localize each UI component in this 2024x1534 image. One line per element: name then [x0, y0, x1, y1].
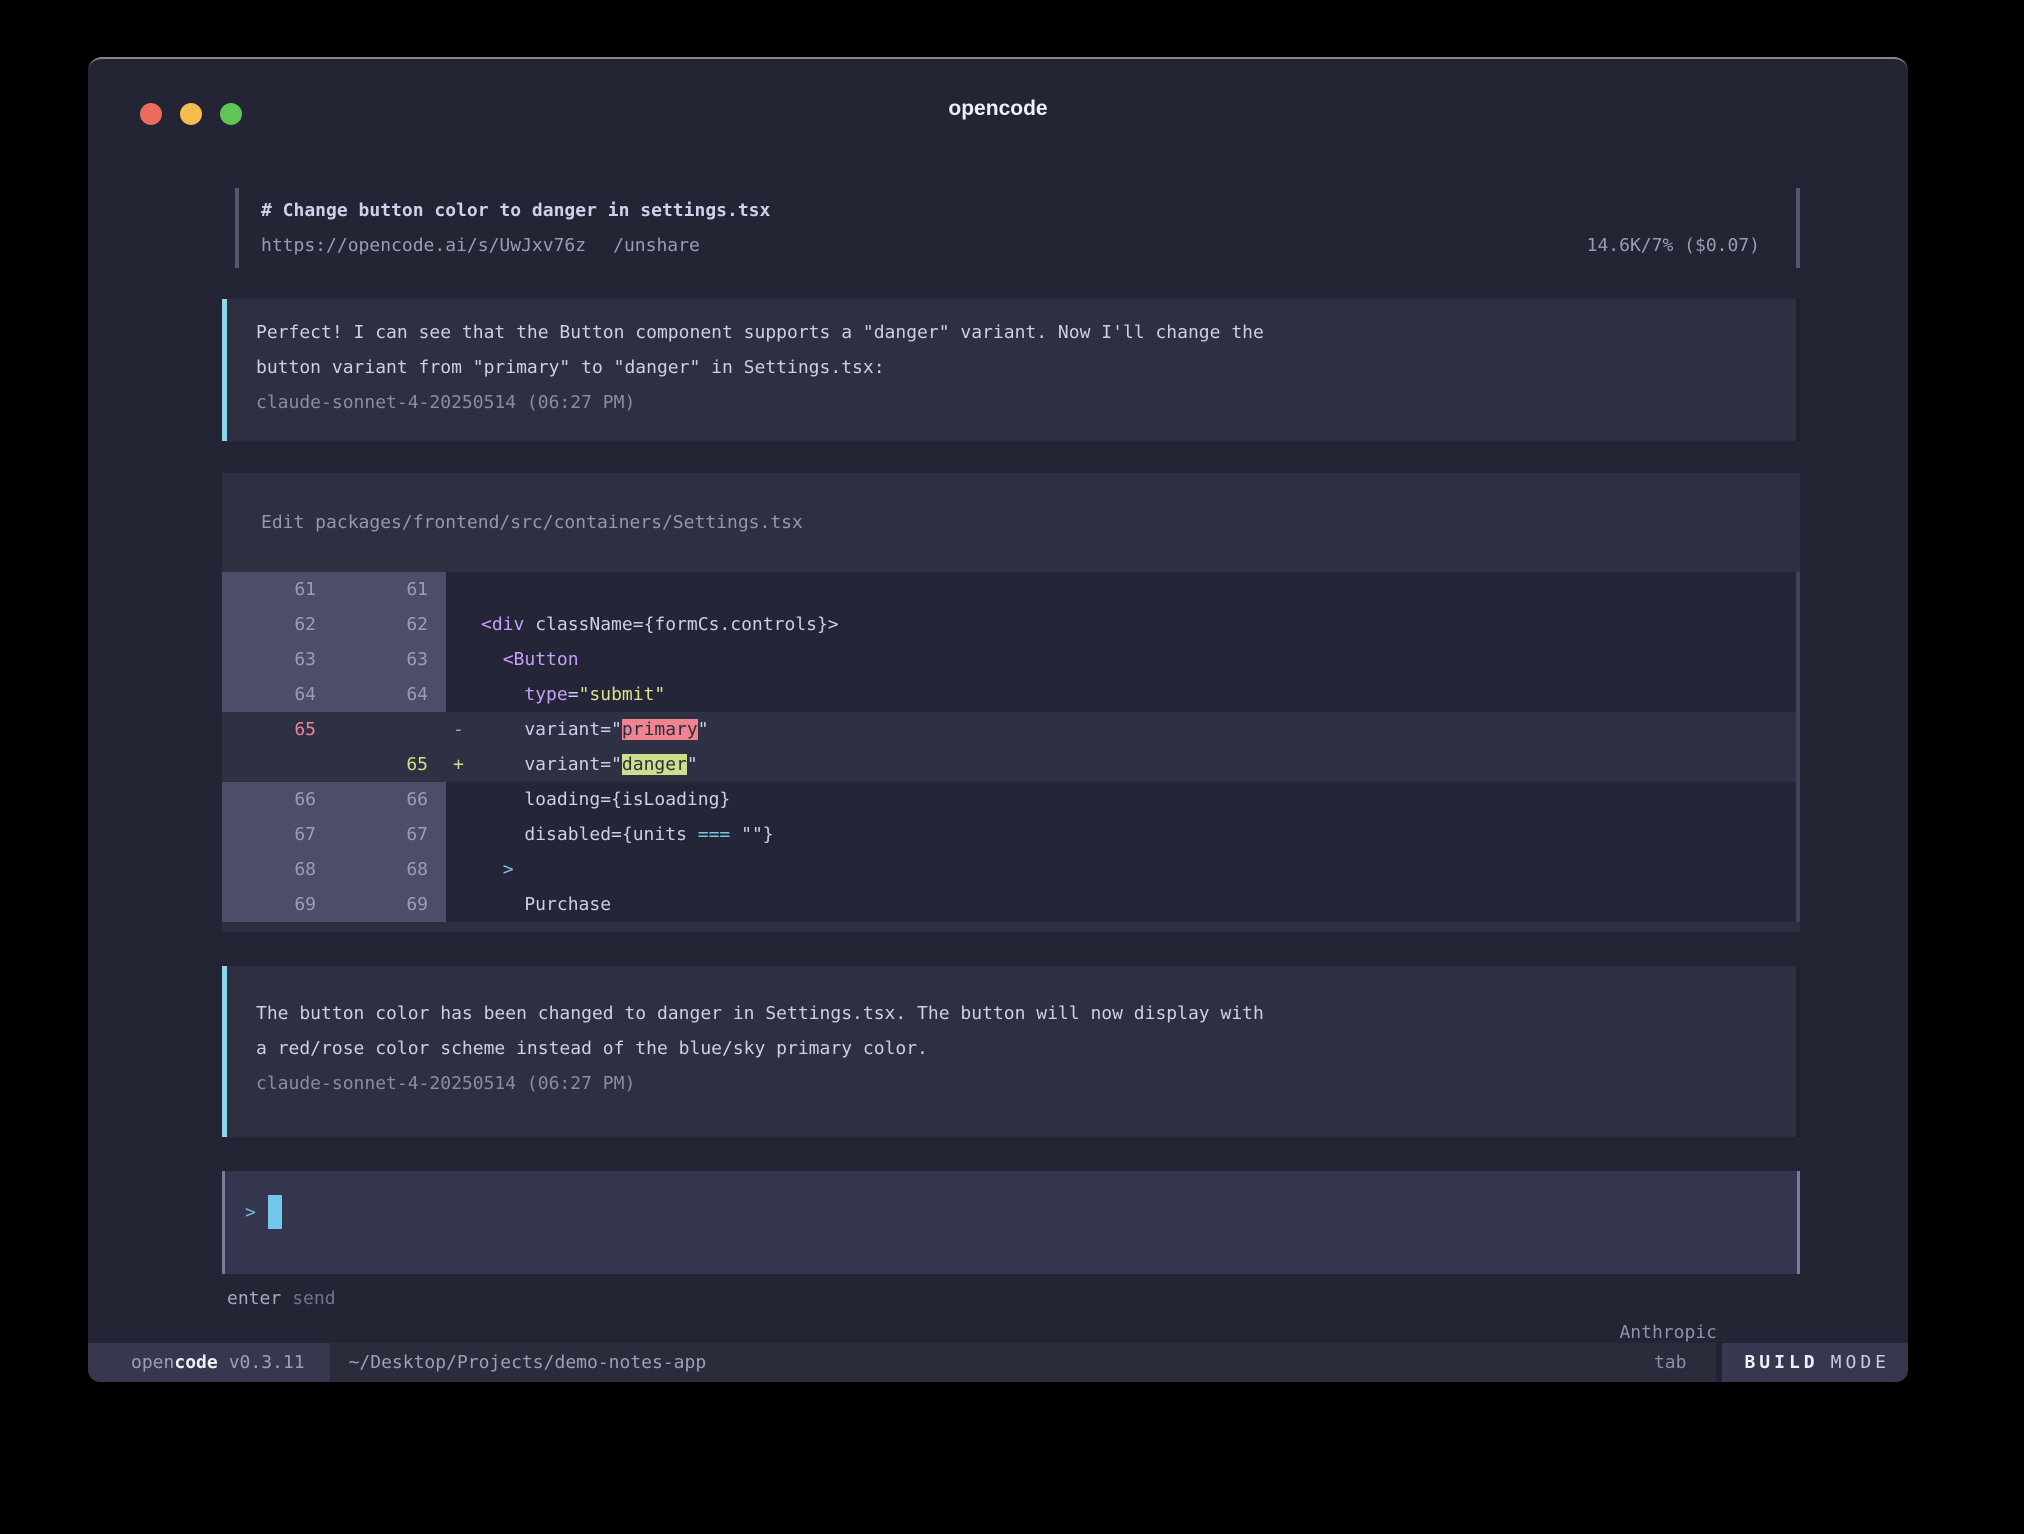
edit-tool-call: Edit packages/frontend/src/containers/Se… — [222, 473, 1800, 932]
edit-tool-title: Edit packages/frontend/src/containers/Se… — [222, 505, 1800, 540]
mode-segment: BUILD MODE — [1716, 1343, 1908, 1382]
message-model-timestamp: claude-sonnet-4-20250514 (06:27 PM) — [256, 1066, 1796, 1101]
text-cursor — [268, 1195, 282, 1229]
mode-label: MODE — [1831, 1352, 1890, 1373]
status-bar-right: tab BUILD MODE — [1654, 1343, 1908, 1382]
model-indicator: Anthropic Claude Sonnet 4 — [1533, 1282, 1793, 1316]
send-action-hint: send — [292, 1282, 335, 1316]
message-text: The button color has been changed to dan… — [256, 996, 1796, 1031]
close-button-icon[interactable] — [140, 103, 162, 125]
diff-row: 6262<div className={formCs.controls}> — [222, 607, 1796, 642]
diff-view: 61616262<div className={formCs.controls}… — [222, 572, 1800, 922]
message-text: a red/rose color scheme instead of the b… — [256, 1031, 1796, 1066]
unshare-command[interactable]: /unshare — [613, 228, 700, 263]
session-header: # Change button color to danger in setti… — [235, 188, 1800, 268]
message-text: button variant from "primary" to "danger… — [256, 350, 1796, 385]
assistant-message: The button color has been changed to dan… — [222, 966, 1800, 1137]
tab-key-hint: tab — [1654, 1352, 1687, 1373]
diff-row: 65+ variant="danger" — [222, 747, 1796, 782]
diff-row: 6767 disabled={units === ""} — [222, 817, 1796, 852]
app-version: v0.3.11 — [229, 1352, 305, 1373]
app-name-bold: code — [174, 1352, 217, 1373]
diff-row: 6464 type="submit" — [222, 677, 1796, 712]
diff-row: 6363 <Button — [222, 642, 1796, 677]
status-bar: open code v0.3.11 ~/Desktop/Projects/dem… — [88, 1343, 1908, 1382]
context-usage-stats: 14.6K/7% ($0.07) — [1587, 228, 1760, 263]
assistant-message: Perfect! I can see that the Button compo… — [222, 299, 1800, 441]
session-title: # Change button color to danger in setti… — [261, 193, 1760, 228]
message-text: Perfect! I can see that the Button compo… — [256, 315, 1796, 350]
maximize-button-icon[interactable] — [220, 103, 242, 125]
prompt-input[interactable]: > — [222, 1171, 1800, 1274]
window-titlebar: opencode — [88, 59, 1908, 143]
minimize-button-icon[interactable] — [180, 103, 202, 125]
provider-name: Anthropic — [1619, 1322, 1717, 1343]
diff-row: 6969 Purchase — [222, 887, 1796, 922]
session-meta-row: https://opencode.ai/s/UwJxv76z /unshare … — [261, 228, 1760, 263]
diff-row: 6868 > — [222, 852, 1796, 887]
input-hint-row: enter send Anthropic Claude Sonnet 4 — [222, 1282, 1800, 1316]
diff-row: 6666 loading={isLoading} — [222, 782, 1796, 817]
session-content: # Change button color to danger in setti… — [222, 188, 1800, 1316]
window-title: opencode — [88, 59, 1908, 121]
diff-row: 6161 — [222, 572, 1796, 607]
diff-row: 65- variant="primary" — [222, 712, 1796, 747]
opencode-window: opencode # Change button color to danger… — [88, 57, 1908, 1382]
traffic-lights — [140, 103, 242, 125]
enter-key-hint: enter — [227, 1282, 281, 1316]
app-version-segment: open code v0.3.11 — [88, 1343, 330, 1382]
working-directory: ~/Desktop/Projects/demo-notes-app — [349, 1352, 707, 1373]
message-model-timestamp: claude-sonnet-4-20250514 (06:27 PM) — [256, 385, 1796, 420]
mode-label-bold: BUILD — [1744, 1352, 1818, 1373]
prompt-symbol: > — [245, 1195, 256, 1230]
app-name-dim: open — [131, 1352, 174, 1373]
share-url-link[interactable]: https://opencode.ai/s/UwJxv76z — [261, 228, 586, 263]
